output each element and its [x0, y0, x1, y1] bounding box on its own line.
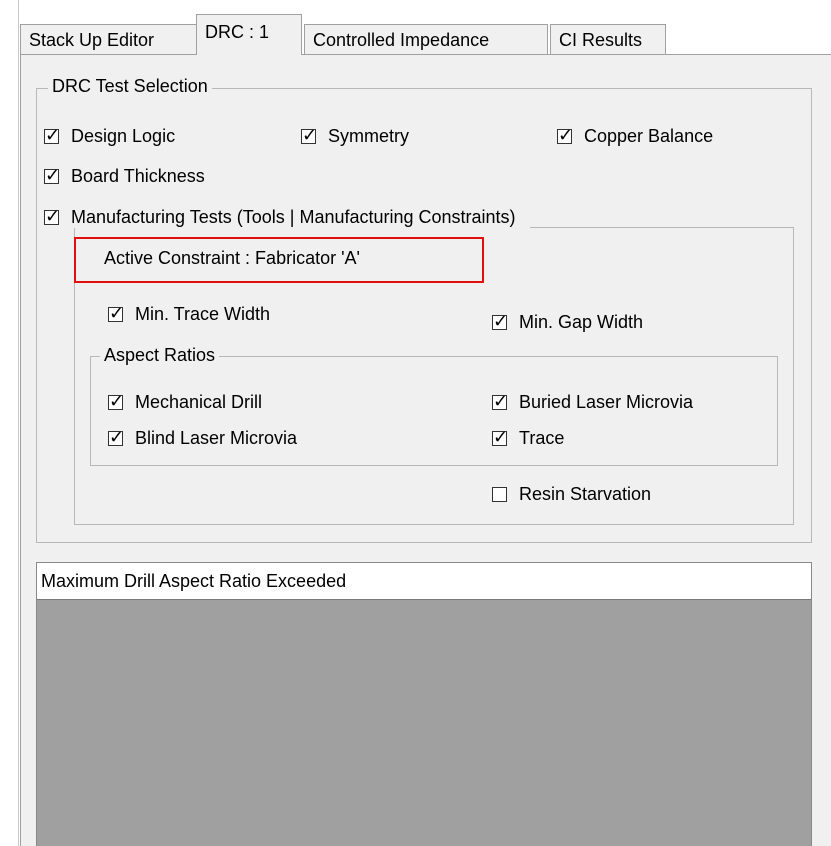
resin-starvation-checkbox[interactable]: Resin Starvation [492, 484, 651, 505]
checkbox-label: Blind Laser Microvia [135, 428, 298, 448]
manufacturing-tests-checkbox[interactable]: ✓ Manufacturing Tests (Tools | Manufactu… [44, 206, 530, 228]
tab-label: DRC : 1 [205, 22, 270, 42]
checkbox-box[interactable]: ✓ [44, 125, 60, 145]
checkbox-label: Manufacturing Tests (Tools | Manufacturi… [71, 207, 516, 227]
check-icon: ✓ [558, 125, 574, 145]
check-icon: ✓ [109, 303, 125, 323]
checkbox-label: Buried Laser Microvia [519, 392, 694, 412]
tab-label: CI Results [559, 30, 643, 50]
mechanical-drill-checkbox[interactable]: ✓ Mechanical Drill [108, 391, 263, 413]
symmetry-checkbox[interactable]: ✓ Symmetry [301, 125, 409, 147]
list-item[interactable]: Maximum Drill Aspect Ratio Exceeded [37, 563, 811, 600]
checkbox-box[interactable]: ✓ [492, 427, 508, 447]
check-icon: ✓ [45, 125, 61, 145]
checkbox-box[interactable]: ✓ [108, 303, 124, 323]
tab-ci-results[interactable]: CI Results [550, 24, 666, 54]
check-icon: ✓ [493, 391, 509, 411]
checkbox-label: Board Thickness [71, 166, 205, 186]
checkbox-label: Mechanical Drill [135, 392, 263, 412]
checkbox-box[interactable]: ✓ [492, 391, 508, 411]
checkbox-label: Trace [519, 428, 565, 448]
aspect-ratios-title: Aspect Ratios [100, 345, 220, 366]
trace-checkbox[interactable]: ✓ Trace [492, 427, 565, 449]
active-constraint-label: Active Constraint : Fabricator 'A' [104, 248, 360, 268]
drc-test-selection-title: DRC Test Selection [48, 76, 212, 97]
min-gap-width-checkbox[interactable]: ✓ Min. Gap Width [492, 311, 644, 333]
tab-stack-up-editor[interactable]: Stack Up Editor [20, 24, 198, 54]
board-thickness-checkbox[interactable]: ✓ Board Thickness [44, 165, 205, 187]
checkbox-box[interactable]: ✓ [492, 311, 508, 331]
checkbox-label: Symmetry [328, 126, 409, 146]
checkbox-box[interactable]: ✓ [557, 125, 573, 145]
tab-controlled-impedance[interactable]: Controlled Impedance [304, 24, 548, 54]
tab-drc[interactable]: DRC : 1 [196, 14, 302, 55]
checkbox-box[interactable]: ✓ [44, 206, 60, 226]
min-trace-width-checkbox[interactable]: ✓ Min. Trace Width [108, 303, 271, 325]
checkbox-box[interactable] [492, 487, 507, 502]
checkbox-label: Min. Trace Width [135, 304, 271, 324]
blind-laser-microvia-checkbox[interactable]: ✓ Blind Laser Microvia [108, 427, 298, 449]
check-icon: ✓ [109, 427, 125, 447]
checkbox-label: Copper Balance [584, 126, 714, 146]
check-icon: ✓ [45, 165, 61, 185]
checkbox-label: Min. Gap Width [519, 312, 644, 332]
drc-results-list[interactable]: Maximum Drill Aspect Ratio Exceeded [36, 562, 812, 846]
tab-label: Stack Up Editor [29, 30, 155, 50]
check-icon: ✓ [109, 391, 125, 411]
check-icon: ✓ [45, 206, 61, 226]
checkbox-label: Design Logic [71, 126, 176, 146]
design-logic-checkbox[interactable]: ✓ Design Logic [44, 125, 176, 147]
checkbox-label: Resin Starvation [519, 484, 652, 504]
copper-balance-checkbox[interactable]: ✓ Copper Balance [557, 125, 714, 147]
checkbox-box[interactable]: ✓ [108, 427, 124, 447]
checkbox-box[interactable]: ✓ [44, 165, 60, 185]
check-icon: ✓ [302, 125, 318, 145]
checkbox-box[interactable]: ✓ [108, 391, 124, 411]
buried-laser-microvia-checkbox[interactable]: ✓ Buried Laser Microvia [492, 391, 694, 413]
tab-strip: Stack Up Editor DRC : 1 Controlled Imped… [20, 14, 831, 55]
checkbox-box[interactable]: ✓ [301, 125, 317, 145]
check-icon: ✓ [493, 311, 509, 331]
check-icon: ✓ [493, 427, 509, 447]
tab-label: Controlled Impedance [313, 30, 490, 50]
